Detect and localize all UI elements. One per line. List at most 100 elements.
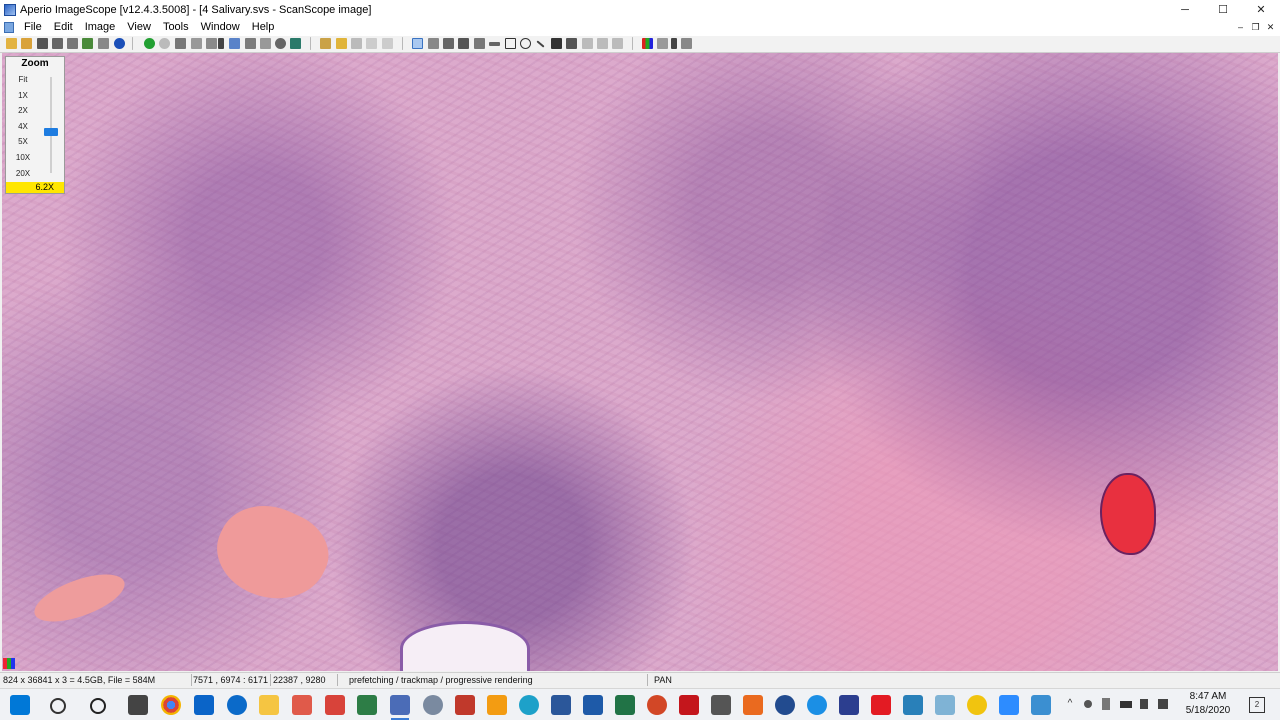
imagescope-icon[interactable] <box>390 695 410 720</box>
ruler-icon[interactable] <box>489 42 500 46</box>
zoom-slider-track[interactable] <box>50 77 52 173</box>
open-icon[interactable] <box>6 38 17 49</box>
rectangle-icon[interactable] <box>505 38 516 49</box>
zoom-1x-button[interactable]: 1X <box>9 88 37 103</box>
zoom-5x-button[interactable]: 5X <box>9 134 37 149</box>
word-icon[interactable] <box>551 695 571 715</box>
browser-icon[interactable] <box>519 695 539 715</box>
zoom-20x-button[interactable]: 20X <box>9 166 37 181</box>
zoom-10x-button[interactable]: 10X <box>9 150 37 165</box>
notification-center-icon[interactable]: 2 <box>1249 697 1265 713</box>
excel-icon[interactable] <box>615 695 635 715</box>
pan-icon[interactable] <box>412 38 423 49</box>
help-icon[interactable] <box>681 38 692 49</box>
layout-icon[interactable] <box>206 38 217 49</box>
negative-pen-icon[interactable] <box>474 38 485 49</box>
safari-icon[interactable] <box>807 695 827 715</box>
task-view-icon[interactable] <box>90 698 106 714</box>
menu-image[interactable]: Image <box>79 19 122 36</box>
print-preview-icon[interactable] <box>67 38 78 49</box>
mdi-close-button[interactable]: ✕ <box>1265 22 1276 33</box>
mdi-restore-button[interactable]: ❐ <box>1250 22 1261 33</box>
network-icon[interactable] <box>1140 699 1148 709</box>
color-icon[interactable] <box>642 38 653 49</box>
notes-icon[interactable] <box>903 695 923 715</box>
chevron-down-icon[interactable] <box>671 38 677 49</box>
link-icon[interactable] <box>175 38 186 49</box>
mail-icon[interactable] <box>194 695 214 715</box>
snowflake-icon[interactable] <box>1031 695 1051 715</box>
tablet-icon[interactable] <box>935 695 955 715</box>
arrow-icon[interactable] <box>536 40 545 48</box>
zoom-2x-button[interactable]: 2X <box>9 103 37 118</box>
paint-icon[interactable] <box>455 695 475 715</box>
settings-gear-icon[interactable] <box>423 695 443 715</box>
acrobat-reader-icon[interactable] <box>325 695 345 715</box>
pen-icon[interactable] <box>290 38 301 49</box>
battery-icon[interactable] <box>1120 701 1132 708</box>
norton-icon[interactable] <box>967 695 987 715</box>
zoom-icon[interactable] <box>275 38 286 49</box>
search-icon[interactable] <box>50 698 66 714</box>
volume-icon[interactable] <box>1158 699 1168 709</box>
compare-icon[interactable] <box>191 38 202 49</box>
system-clock[interactable]: 8:47 AM 5/18/2020 <box>1178 690 1238 718</box>
menu-window[interactable]: Window <box>195 19 246 36</box>
bar-icon[interactable] <box>657 38 668 49</box>
mdi-minimize-button[interactable]: – <box>1235 22 1246 33</box>
undo-icon[interactable] <box>336 38 347 49</box>
edge-icon[interactable] <box>227 695 247 715</box>
print-icon[interactable] <box>52 38 63 49</box>
office-icon[interactable] <box>743 695 763 715</box>
maximize-button[interactable]: ☐ <box>1204 0 1242 19</box>
acrobat-icon[interactable] <box>679 695 699 715</box>
menu-help[interactable]: Help <box>246 19 281 36</box>
video-icon[interactable] <box>839 695 859 715</box>
dropdown-icon[interactable] <box>218 38 224 49</box>
vlc-icon[interactable] <box>487 695 507 715</box>
onedrive-icon[interactable] <box>1084 700 1092 708</box>
annotation-icon[interactable] <box>320 38 331 49</box>
camera-icon[interactable] <box>37 38 48 49</box>
photos-icon[interactable] <box>357 695 377 715</box>
menu-file[interactable]: File <box>18 19 48 36</box>
redo-icon[interactable] <box>351 38 362 49</box>
info-icon[interactable] <box>114 38 125 49</box>
settings-icon[interactable] <box>98 38 109 49</box>
back-icon[interactable] <box>144 38 155 49</box>
thumbnail-icon[interactable] <box>245 38 256 49</box>
menu-view[interactable]: View <box>121 19 157 36</box>
file-explorer-icon[interactable] <box>259 695 279 715</box>
zoom-slider-thumb[interactable] <box>44 128 58 136</box>
media-player-icon[interactable] <box>775 695 795 715</box>
minimize-button[interactable]: ─ <box>1166 0 1204 19</box>
zoom-fit-button[interactable]: Fit <box>9 72 37 87</box>
pen-tool-icon[interactable] <box>458 38 469 49</box>
magnifier-icon[interactable] <box>260 38 271 49</box>
grid-hash-icon[interactable] <box>551 38 562 49</box>
document-icon[interactable] <box>4 22 14 33</box>
en-icon[interactable] <box>583 695 603 715</box>
export-icon[interactable] <box>82 38 93 49</box>
menu-edit[interactable]: Edit <box>48 19 79 36</box>
chevron-up-icon[interactable]: ^ <box>1064 698 1076 710</box>
windows-start-icon[interactable] <box>10 695 30 715</box>
color-channel-icon[interactable] <box>3 658 15 669</box>
slide-viewer[interactable] <box>2 53 1278 671</box>
usb-icon[interactable] <box>1102 698 1110 710</box>
select-icon[interactable] <box>428 38 439 49</box>
close-button[interactable]: ✕ <box>1242 0 1280 19</box>
calculator-icon[interactable] <box>128 695 148 715</box>
pdf-icon[interactable] <box>292 695 312 715</box>
zoom-4x-button[interactable]: 4X <box>9 119 37 134</box>
zoom-app-icon[interactable] <box>999 695 1019 715</box>
list-icon[interactable] <box>566 38 577 49</box>
menu-tools[interactable]: Tools <box>157 19 195 36</box>
powerpoint-icon[interactable] <box>647 695 667 715</box>
ellipse-icon[interactable] <box>520 38 531 49</box>
folder-icon[interactable] <box>21 38 32 49</box>
grid-icon[interactable] <box>229 38 240 49</box>
kaspersky-icon[interactable] <box>871 695 891 715</box>
snapshot-icon[interactable] <box>443 38 454 49</box>
chrome-icon[interactable] <box>161 695 181 715</box>
